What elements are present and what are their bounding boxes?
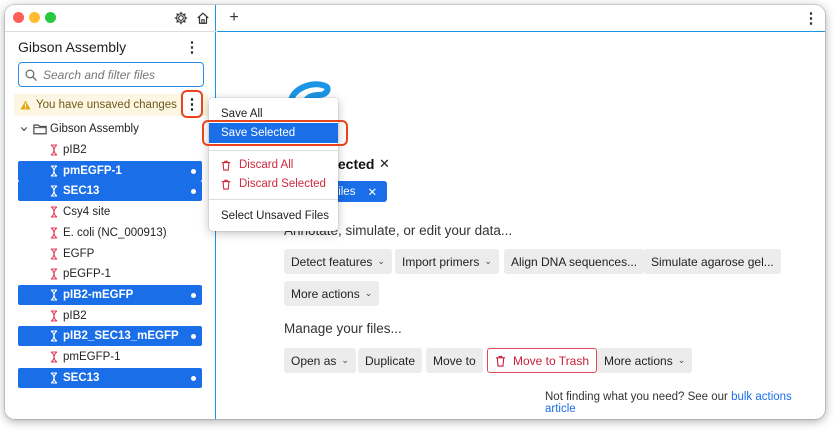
file-row[interactable]: pIB2_SEC13_mEGFP	[18, 326, 202, 346]
file-row[interactable]: SEC13	[18, 181, 202, 201]
help-footer-text: Not finding what you need? See our	[545, 391, 728, 403]
tab-bar: + ⋮	[217, 5, 825, 32]
sidebar: Gibson Assembly ⋮ Search and filter file…	[5, 5, 216, 419]
close-window-button[interactable]	[13, 12, 24, 23]
chevron-down-icon[interactable]	[19, 125, 29, 133]
move-to-button[interactable]: Move to	[426, 348, 483, 373]
dna-file-icon	[48, 330, 60, 342]
file-name: pEGFP-1	[63, 268, 111, 280]
selection-chip-label: files	[335, 185, 356, 198]
folder-icon	[33, 124, 47, 135]
chevron-down-icon: ⌄	[484, 256, 492, 266]
file-row[interactable]: pEGFP-1	[18, 264, 202, 284]
file-name: pmEGFP-1	[63, 351, 121, 363]
search-placeholder: Search and filter files	[43, 67, 156, 82]
unsaved-dot-icon	[191, 376, 196, 381]
minimize-window-button[interactable]	[29, 12, 40, 23]
dna-file-icon	[48, 372, 60, 384]
file-name: pIB2	[63, 144, 87, 156]
dna-file-icon	[48, 227, 60, 239]
sidebar-more-icon[interactable]: ⋮	[185, 38, 200, 56]
selection-heading: lected	[334, 156, 375, 172]
manage-section-label: Manage your files...	[284, 321, 402, 336]
dna-file-icon	[48, 144, 60, 156]
menu-item-discard-all[interactable]: Discard All	[209, 155, 338, 175]
sidebar-title: Gibson Assembly	[18, 39, 127, 55]
unsaved-options-button[interactable]: ⋮	[181, 90, 203, 118]
file-row[interactable]: SEC13	[18, 368, 202, 388]
unsaved-dot-icon	[191, 293, 196, 298]
dna-file-icon	[48, 351, 60, 363]
folder-label: Gibson Assembly	[50, 123, 139, 135]
dna-file-icon	[48, 310, 60, 322]
unsaved-dot-icon	[191, 189, 196, 194]
dna-file-icon	[48, 206, 60, 218]
file-name: E. coli (NC_000913)	[63, 227, 167, 239]
import-primers-button[interactable]: Import primers ⌄	[395, 249, 499, 274]
open-as-button[interactable]: Open as ⌄	[284, 348, 356, 373]
gear-icon[interactable]	[172, 9, 190, 27]
file-name: Csy4 site	[63, 206, 111, 218]
file-row[interactable]: pIB2	[18, 140, 202, 160]
detect-features-button[interactable]: Detect features ⌄	[284, 249, 392, 274]
menu-item-select-unsaved[interactable]: Select Unsaved Files	[209, 206, 338, 226]
unsaved-changes-text: You have unsaved changes	[36, 99, 177, 111]
home-icon[interactable]	[194, 9, 212, 27]
search-input[interactable]: Search and filter files	[18, 62, 204, 87]
discard-selected-label: Discard Selected	[239, 178, 326, 190]
zoom-window-button[interactable]	[45, 12, 56, 23]
warning-icon	[20, 100, 31, 110]
trash-icon	[221, 179, 233, 190]
unsaved-context-menu: Save All Save Selected Discard All Disca…	[209, 98, 338, 231]
duplicate-button[interactable]: Duplicate	[358, 348, 423, 373]
tab-more-icon[interactable]: ⋮	[804, 9, 819, 27]
file-name: pIB2-mEGFP	[63, 289, 134, 301]
file-row[interactable]: Csy4 site	[18, 202, 202, 222]
file-name: pIB2	[63, 310, 87, 322]
search-icon	[25, 69, 37, 81]
more-actions-button[interactable]: More actions ⌄	[284, 281, 380, 306]
file-name: EGFP	[63, 248, 95, 260]
menu-divider	[209, 199, 338, 200]
file-row[interactable]: pIB2	[18, 306, 202, 326]
dna-file-icon	[48, 185, 60, 197]
new-tab-icon[interactable]: +	[225, 9, 243, 27]
dna-file-icon	[48, 165, 60, 177]
trash-icon	[495, 355, 506, 367]
app-window: Gibson Assembly ⋮ Search and filter file…	[5, 5, 825, 419]
file-name: SEC13	[63, 372, 100, 384]
move-to-trash-button[interactable]: Move to Trash	[487, 348, 598, 373]
save-selected-highlight	[202, 120, 348, 146]
unsaved-dot-icon	[191, 169, 196, 174]
file-name: SEC13	[63, 185, 100, 197]
menu-item-discard-selected[interactable]: Discard Selected	[209, 174, 338, 194]
file-row[interactable]: EGFP	[18, 244, 202, 264]
dna-file-icon	[48, 289, 60, 301]
chip-close-icon[interactable]: ✕	[367, 185, 377, 199]
clear-selection-icon[interactable]: ✕	[379, 156, 390, 172]
file-row[interactable]: pmEGFP-1	[18, 161, 202, 181]
unsaved-changes-banner: You have unsaved changes	[14, 94, 208, 116]
folder-row[interactable]: Gibson Assembly	[19, 119, 139, 139]
dna-file-icon	[48, 248, 60, 260]
help-footer: Not finding what you need? See our bulk …	[545, 391, 825, 415]
chevron-down-icon: ⌄	[677, 355, 686, 365]
simulate-gel-button[interactable]: Simulate agarose gel...	[644, 249, 781, 274]
file-row[interactable]: E. coli (NC_000913)	[18, 223, 202, 243]
chevron-down-icon: ⌄	[364, 288, 373, 298]
file-name: pIB2_SEC13_mEGFP	[63, 330, 179, 342]
unsaved-dot-icon	[191, 334, 196, 339]
file-name: pmEGFP-1	[63, 165, 122, 177]
sidebar-toolbar	[5, 5, 216, 32]
menu-divider	[209, 150, 338, 151]
discard-all-label: Discard All	[239, 159, 294, 171]
more-actions-manage-button[interactable]: More actions ⌄	[597, 348, 693, 373]
align-dna-button[interactable]: Align DNA sequences...	[504, 249, 645, 274]
file-row[interactable]: pmEGFP-1	[18, 347, 202, 367]
file-row[interactable]: pIB2-mEGFP	[18, 285, 202, 305]
chevron-down-icon: ⌄	[377, 256, 385, 266]
trash-icon	[221, 160, 233, 171]
dna-file-icon	[48, 268, 60, 280]
chevron-down-icon: ⌄	[341, 355, 349, 365]
